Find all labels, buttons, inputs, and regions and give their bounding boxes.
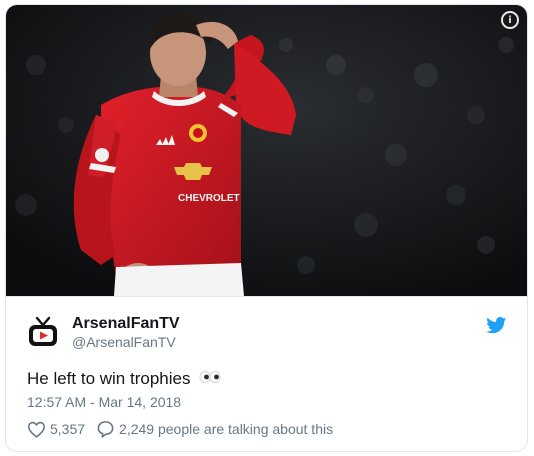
photo-illustration: CHEVROLET — [6, 5, 527, 296]
eyes-emoji-icon — [199, 368, 221, 388]
shirt-sponsor-text: CHEVROLET — [178, 193, 240, 204]
heart-icon[interactable] — [27, 421, 46, 438]
twitter-bird-icon[interactable] — [486, 317, 507, 334]
tweet-timestamp[interactable]: 12:57 AM - Mar 14, 2018 — [27, 394, 181, 410]
media-divider — [6, 296, 527, 297]
tweet-actions: 5,357 2,249 people are talking about thi… — [27, 419, 333, 439]
talking-action[interactable]: 2,249 people are talking about this — [96, 420, 333, 438]
info-icon[interactable]: i — [501, 11, 519, 29]
tweet-media-photo[interactable]: CHEVROLET i — [6, 5, 527, 296]
tv-logo-icon[interactable] — [27, 316, 59, 348]
tweet-text-content: He left to win trophies — [27, 369, 191, 388]
talking-count-text: 2,249 people are talking about this — [119, 421, 334, 437]
like-action[interactable]: 5,357 — [27, 421, 85, 438]
author-name[interactable]: ArsenalFanTV — [72, 315, 180, 333]
tweet-text: He left to win trophies — [27, 368, 221, 389]
speech-bubble-icon[interactable] — [96, 420, 115, 438]
embedded-tweet-card: CHEVROLET i ArsenalFanTV @ArsenalFanTV H… — [5, 4, 528, 452]
like-count: 5,357 — [50, 421, 86, 437]
author-handle[interactable]: @ArsenalFanTV — [72, 334, 176, 350]
